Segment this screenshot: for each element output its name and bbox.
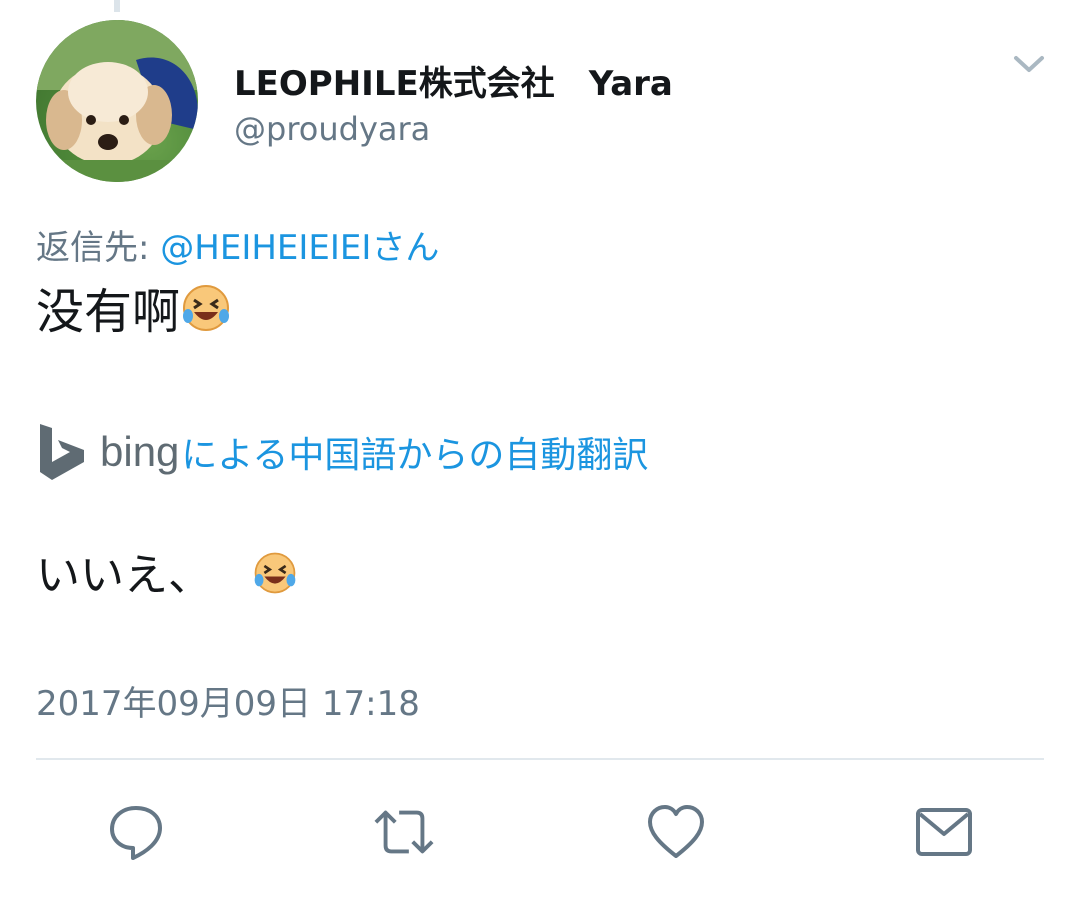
tweet-text: 没有啊 — [36, 282, 232, 348]
bing-wordmark: bing — [100, 428, 180, 475]
author-display-name[interactable]: LEOPHILE株式会社 Yara — [234, 56, 673, 105]
retweet-button[interactable] — [372, 800, 436, 864]
laughing-tears-emoji-icon — [180, 282, 232, 348]
reply-to-prefix: 返信先: — [36, 228, 161, 268]
reply-to-line: 返信先: @HEIHEIEIEIさん — [36, 220, 439, 269]
share-button[interactable] — [912, 800, 976, 864]
reply-icon — [110, 806, 162, 860]
divider — [36, 758, 1044, 760]
tweet-text-content: 没有啊 — [36, 284, 181, 340]
translation-attribution: bing による中国語からの自動翻訳 — [36, 420, 648, 484]
reply-to-mention[interactable]: @HEIHEIEIEIさん — [160, 228, 439, 268]
like-button[interactable] — [644, 800, 708, 864]
puppy-avatar-icon — [36, 20, 198, 182]
translation-link[interactable]: による中国語からの自動翻訳 — [181, 426, 648, 478]
mail-icon — [916, 808, 972, 856]
tweet-timestamp[interactable]: 2017年09月09日 17:18 — [36, 676, 420, 725]
translated-text-content: いいえ、 — [36, 550, 212, 601]
laughing-tears-emoji-icon — [252, 550, 298, 610]
heart-icon — [648, 805, 704, 858]
bing-logo-icon — [40, 424, 84, 480]
translated-text: いいえ、 — [36, 548, 298, 610]
avatar[interactable] — [36, 20, 198, 182]
reply-button[interactable] — [104, 800, 168, 864]
author-handle[interactable]: @proudyara — [234, 110, 430, 148]
retweet-icon — [374, 810, 434, 854]
tweet-menu-chevron-icon[interactable] — [1010, 48, 1048, 78]
thread-line — [114, 0, 120, 12]
